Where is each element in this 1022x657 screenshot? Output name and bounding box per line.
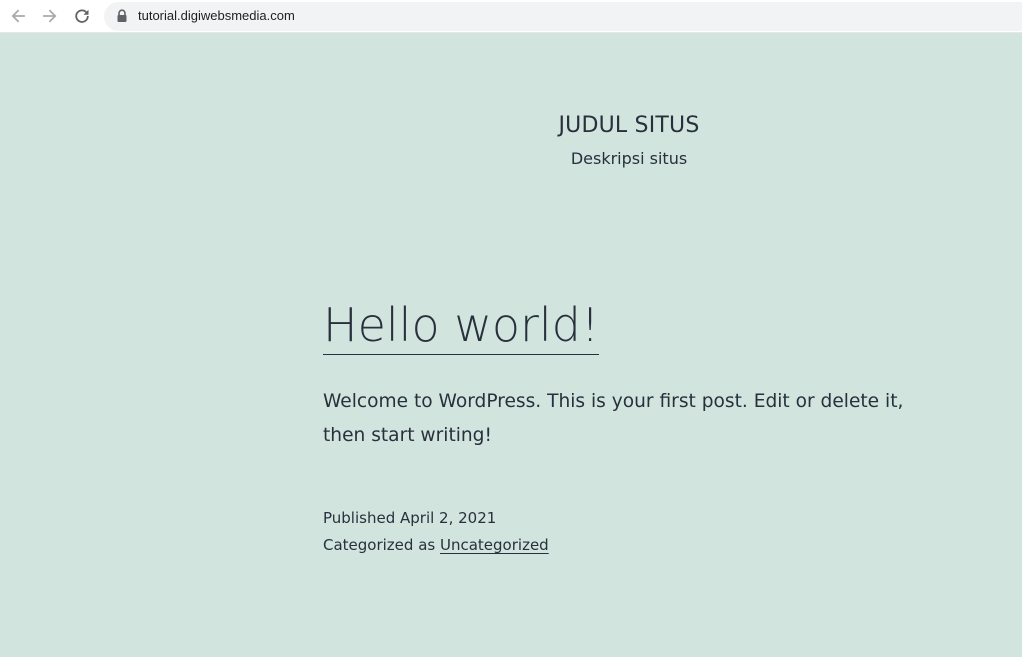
reload-button[interactable] [70,5,94,27]
published-line: Published April 2, 2021 [323,505,549,532]
reload-icon [75,9,89,23]
back-button[interactable] [6,5,30,27]
arrow-right-icon [43,9,57,23]
published-date: April 2, 2021 [400,509,497,527]
post-title-link[interactable]: Hello world! [323,296,600,355]
post-meta: Published April 2, 2021 Categorized as U… [323,505,549,559]
browser-toolbar: tutorial.digiwebsmedia.com [0,0,1022,33]
url-text[interactable]: tutorial.digiwebsmedia.com [138,8,295,23]
published-label: Published [323,509,396,527]
post-content: Welcome to WordPress. This is your first… [323,391,904,446]
address-bar[interactable]: tutorial.digiwebsmedia.com [104,2,1022,31]
category-line: Categorized as Uncategorized [323,532,549,559]
forward-button[interactable] [38,5,62,27]
site-description: Deskripsi situs [570,149,688,168]
lock-icon[interactable] [116,9,128,23]
arrow-left-icon [11,9,25,23]
category-link[interactable]: Uncategorized [440,536,549,554]
site-title[interactable]: JUDUL SITUS [0,113,1022,138]
category-label: Categorized as [323,536,436,554]
